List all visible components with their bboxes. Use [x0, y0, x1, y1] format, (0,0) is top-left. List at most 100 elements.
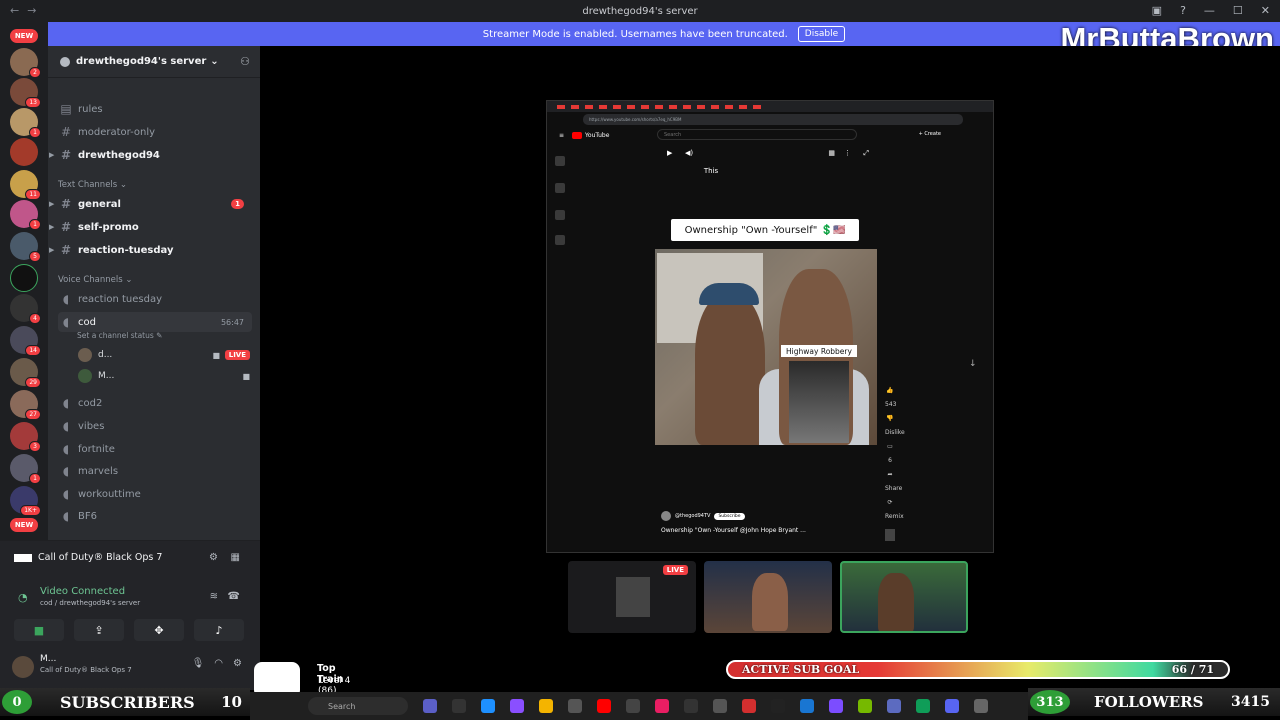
taskbar-app-icon[interactable]: [481, 699, 495, 713]
nav-arrows[interactable]: ←→: [10, 4, 44, 17]
server-icon[interactable]: 11: [10, 170, 41, 200]
voice-user[interactable]: d... ■ LIVE: [78, 348, 250, 362]
activities-button[interactable]: ✥: [134, 619, 184, 641]
noise-suppression-icon[interactable]: ≋: [210, 591, 218, 602]
close-icon[interactable]: ✕: [1261, 4, 1270, 17]
voice-channel-workouttime[interactable]: ◖ workouttime: [58, 484, 252, 504]
menu-icon: ≡: [559, 131, 565, 139]
taskbar-app-icon[interactable]: [742, 699, 756, 713]
server-icon[interactable]: 14: [10, 326, 41, 356]
server-icon[interactable]: 1: [10, 108, 41, 138]
headphones-icon[interactable]: ◠: [214, 658, 223, 669]
camera-icon: ■: [242, 371, 250, 381]
dislike-icon: 👎: [886, 415, 894, 422]
voice-channel-marvels[interactable]: ◖ marvels: [58, 461, 252, 481]
tab: [669, 104, 677, 109]
taskbar-app-icon[interactable]: [945, 699, 959, 713]
add-member-icon[interactable]: ⚇: [240, 55, 250, 68]
chevron-down-icon: ⌄: [210, 56, 219, 67]
voice-channel-vibes[interactable]: ◖ vibes: [58, 416, 252, 436]
taskbar-app-icon[interactable]: [887, 699, 901, 713]
voice-status[interactable]: Video Connected: [40, 586, 125, 597]
followers-total: 3415: [1231, 694, 1270, 710]
disconnect-icon[interactable]: ☎: [228, 591, 240, 602]
taskbar-app-icon[interactable]: [423, 699, 437, 713]
voice-channel-reaction-tuesday[interactable]: ◖ reaction tuesday: [58, 289, 252, 309]
screenshare-button[interactable]: ⇪: [74, 619, 124, 641]
inset-photo: [789, 361, 849, 443]
taskbar-app-icon[interactable]: [800, 699, 814, 713]
taskbar-search[interactable]: Search: [308, 697, 408, 715]
taskbar-app-icon[interactable]: [916, 699, 930, 713]
activity-settings-icon[interactable]: ⚙: [209, 552, 218, 563]
taskbar-app-icon[interactable]: [974, 699, 988, 713]
user-name: M...: [40, 654, 57, 664]
participant-tile[interactable]: [704, 561, 832, 633]
taskbar-app-icon[interactable]: [597, 699, 611, 713]
server-icon[interactable]: 27: [10, 390, 41, 420]
minimize-icon[interactable]: —: [1204, 4, 1215, 17]
like-icon: 👍: [886, 387, 894, 394]
channel-status[interactable]: Set a channel status ✎: [77, 331, 162, 340]
taskbar-app-icon[interactable]: [655, 699, 669, 713]
home-icon: [555, 156, 565, 166]
microphone-icon[interactable]: 🎙: [192, 658, 205, 669]
category-voice-channels[interactable]: Voice Channels ⌄: [58, 275, 132, 285]
sub-goal-bar: ACTIVE SUB GOAL 66 / 71: [726, 660, 1230, 679]
avatar[interactable]: [12, 656, 34, 678]
server-icon[interactable]: 1K+: [10, 486, 41, 516]
taskbar-app-icon[interactable]: [510, 699, 524, 713]
category-text-channels[interactable]: Text Channels ⌄: [58, 180, 127, 190]
taskbar-app-icon[interactable]: [539, 699, 553, 713]
server-icon[interactable]: [10, 264, 38, 292]
server-icon[interactable]: 5: [10, 232, 41, 262]
channel-rules[interactable]: ▤ rules: [58, 99, 252, 119]
avatar: [78, 369, 92, 383]
voice-user[interactable]: M... ■: [78, 369, 250, 383]
gear-icon[interactable]: ⚙: [233, 658, 242, 669]
youtube-short: ▶ ◀) ▦ ⋮ ⤢ This Ownership "Own -Yourself…: [655, 143, 877, 543]
server-icon[interactable]: 2: [10, 48, 41, 78]
voice-channel-cod[interactable]: ◖ cod 56:47: [58, 312, 252, 332]
taskbar-app-icon[interactable]: [771, 699, 785, 713]
help-icon[interactable]: ?: [1180, 4, 1186, 17]
subscribers-widget: 0 SUBSCRIBERS 10: [0, 688, 250, 716]
channel-moderator-only[interactable]: # moderator-only: [58, 122, 252, 142]
server-icon[interactable]: 4: [10, 294, 41, 324]
tab: [725, 104, 733, 109]
taskbar-app-icon[interactable]: [858, 699, 872, 713]
server-icon[interactable]: 13: [10, 78, 41, 108]
maximize-icon[interactable]: ☐: [1233, 4, 1243, 17]
server-icon[interactable]: 1: [10, 200, 41, 230]
taskbar-app-icon[interactable]: [452, 699, 466, 713]
taskbar-app-icon[interactable]: [568, 699, 582, 713]
server-icon[interactable]: 29: [10, 358, 41, 388]
server-icon[interactable]: [10, 138, 38, 166]
taskbar-app-icon[interactable]: [684, 699, 698, 713]
channel-self-promo[interactable]: ▶ # self-promo: [49, 217, 252, 237]
channel-general[interactable]: ▶ # general 1: [49, 194, 252, 214]
participant-tile-speaking[interactable]: [840, 561, 968, 633]
taskbar-app-icon[interactable]: [829, 699, 843, 713]
channel-reaction-tuesday[interactable]: ▶ # reaction-tuesday: [49, 240, 252, 260]
soundboard-button[interactable]: ♪: [194, 619, 244, 641]
activity-share-icon[interactable]: ▦: [231, 552, 240, 563]
taskbar-app-icon[interactable]: [626, 699, 640, 713]
tab: [697, 104, 705, 109]
voice-channel-fortnite[interactable]: ◖ fortnite: [58, 439, 252, 459]
disable-button[interactable]: Disable: [797, 26, 846, 42]
participant-tile[interactable]: LIVE: [568, 561, 696, 633]
shared-screen-browser[interactable]: https://www.youtube.com/shorts/a7eq_hC9B…: [546, 100, 994, 553]
server-icon[interactable]: 3: [10, 422, 41, 452]
channel-drewthegod94[interactable]: ▶ # drewthegod94: [49, 145, 252, 165]
server-icon[interactable]: 1: [10, 454, 41, 484]
voice-channel-cod2[interactable]: ◖ cod2: [58, 393, 252, 413]
camera-button[interactable]: ■: [14, 619, 64, 641]
voice-channel-bf6[interactable]: ◖ BF6: [58, 506, 252, 526]
video-caption: Ownership "Own -Yourself" 💲🇺🇸: [671, 219, 859, 241]
taskbar-app-icon[interactable]: [713, 699, 727, 713]
server-header[interactable]: drewthegod94's server ⌄ ⚇: [48, 46, 260, 78]
soundboard-icon: ♪: [215, 623, 223, 637]
inbox-icon[interactable]: ▣: [1152, 4, 1162, 17]
speaker-icon: ◖: [62, 315, 70, 329]
